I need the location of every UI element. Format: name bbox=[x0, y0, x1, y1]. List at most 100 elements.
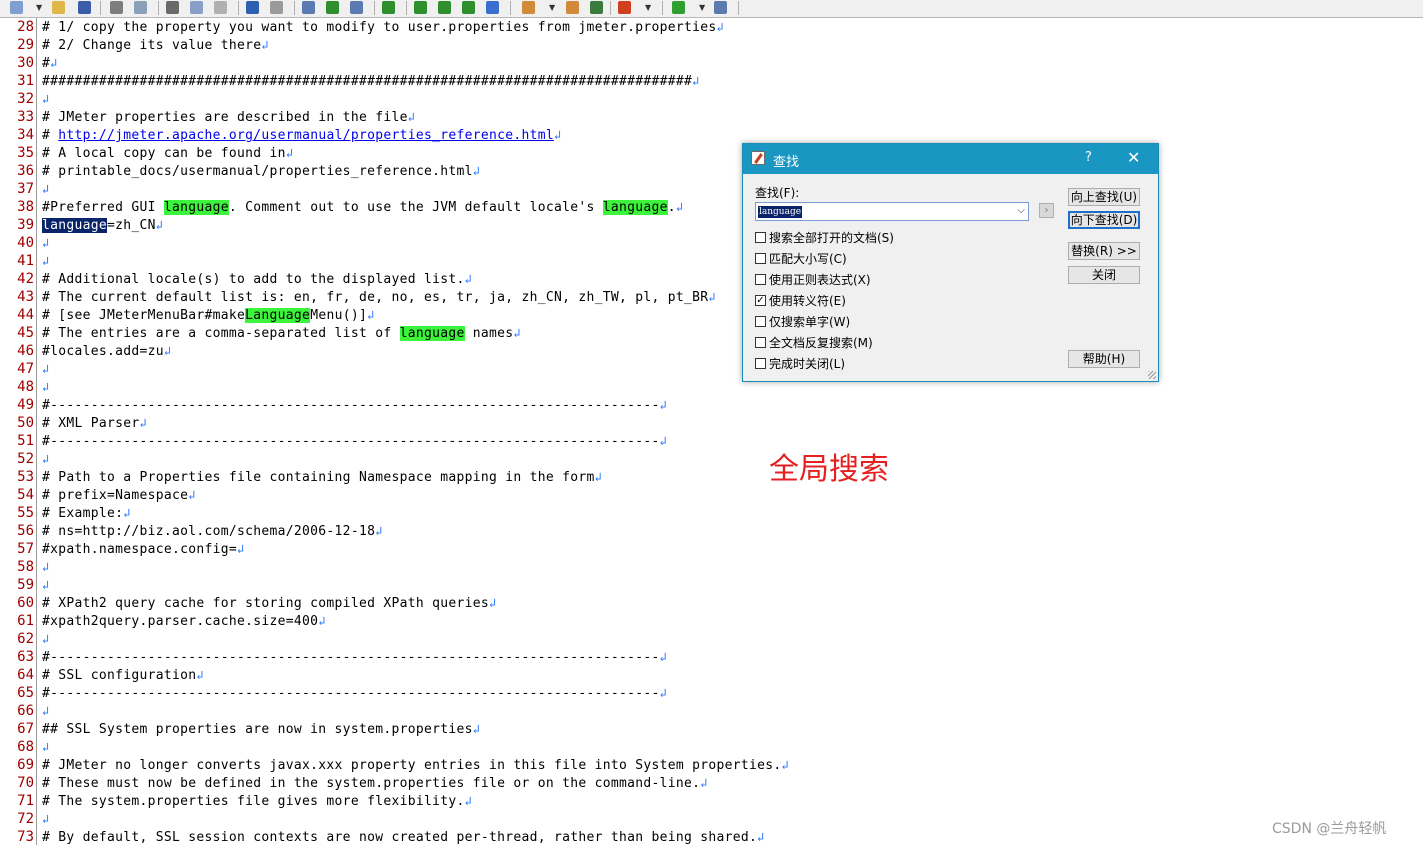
editor-line[interactable]: 65 #-------------------------------------… bbox=[0, 684, 1423, 702]
find-input[interactable]: language ⌵ bbox=[755, 202, 1029, 221]
editor-line[interactable]: 38 #Preferred GUI language. Comment out t… bbox=[0, 198, 1423, 216]
editor-line[interactable]: 29 # 2/ Change its value there↲ bbox=[0, 36, 1423, 54]
editor-line[interactable]: 33 # JMeter properties are described in t… bbox=[0, 108, 1423, 126]
resize-grip[interactable] bbox=[1148, 371, 1156, 379]
word-wrap-icon[interactable] bbox=[414, 1, 427, 14]
replace-button[interactable]: 替换(R) >> bbox=[1068, 242, 1140, 260]
editor-line[interactable]: 57 #xpath.namespace.config=↲ bbox=[0, 540, 1423, 558]
close-button[interactable]: 关闭 bbox=[1068, 266, 1140, 284]
editor-line[interactable]: 52 ↲ bbox=[0, 450, 1423, 468]
editor-line[interactable]: 31 ######################################… bbox=[0, 72, 1423, 90]
help-button[interactable]: 帮助(H) bbox=[1068, 350, 1140, 368]
editor-line[interactable]: 35 # A local copy can be found in↲ bbox=[0, 144, 1423, 162]
pin-icon[interactable] bbox=[714, 1, 727, 14]
dropdown-arrow-icon[interactable]: ▼ bbox=[549, 3, 555, 12]
editor-line[interactable]: 66 ↲ bbox=[0, 702, 1423, 720]
editor-line[interactable]: 40 ↲ bbox=[0, 234, 1423, 252]
editor-line[interactable]: 51 #-------------------------------------… bbox=[0, 432, 1423, 450]
print-icon[interactable] bbox=[110, 1, 123, 14]
option-regex[interactable]: 使用正则表达式(X) bbox=[755, 271, 871, 287]
checkbox[interactable] bbox=[755, 337, 766, 348]
editor-line[interactable]: 55 # Example:↲ bbox=[0, 504, 1423, 522]
find-next-icon[interactable] bbox=[326, 1, 339, 14]
hyperlink[interactable]: http://jmeter.apache.org/usermanual/prop… bbox=[58, 128, 554, 143]
chart-icon[interactable] bbox=[590, 1, 603, 14]
editor-line[interactable]: 42 # Additional locale(s) to add to the d… bbox=[0, 270, 1423, 288]
redo-icon[interactable] bbox=[270, 1, 283, 14]
editor-line[interactable]: 70 # These must now be defined in the sys… bbox=[0, 774, 1423, 792]
column-mode-icon[interactable] bbox=[382, 1, 395, 14]
checkbox[interactable] bbox=[755, 232, 766, 243]
editor-line[interactable]: 60 # XPath2 query cache for storing compi… bbox=[0, 594, 1423, 612]
editor-line[interactable]: 39 language=zh_CN↲ bbox=[0, 216, 1423, 234]
paste-icon[interactable] bbox=[214, 1, 227, 14]
cut-icon[interactable] bbox=[166, 1, 179, 14]
editor-line[interactable]: 54 # prefix=Namespace↲ bbox=[0, 486, 1423, 504]
editor-line[interactable]: 44 # [see JMeterMenuBar#makeLanguageMenu(… bbox=[0, 306, 1423, 324]
editor-line[interactable]: 61 #xpath2query.parser.cache.size=400↲ bbox=[0, 612, 1423, 630]
editor-area[interactable]: 28 # 1/ copy the property you want to mod… bbox=[0, 18, 1423, 845]
spellcheck-icon[interactable] bbox=[522, 1, 535, 14]
editor-line[interactable]: 32 ↲ bbox=[0, 90, 1423, 108]
editor-line[interactable]: 71 # The system.properties file gives mor… bbox=[0, 792, 1423, 810]
replace-icon[interactable] bbox=[350, 1, 363, 14]
find-up-button[interactable]: 向上查找(U) bbox=[1068, 188, 1140, 206]
editor-line[interactable]: 36 # printable_docs/usermanual/properties… bbox=[0, 162, 1423, 180]
option-search-all-docs[interactable]: 搜索全部打开的文档(S) bbox=[755, 229, 894, 245]
editor-line[interactable]: 49 #-------------------------------------… bbox=[0, 396, 1423, 414]
dropdown-arrow-icon[interactable]: ▼ bbox=[699, 3, 705, 12]
editor-line[interactable]: 45 # The entries are a comma-separated li… bbox=[0, 324, 1423, 342]
editor-line[interactable]: 59 ↲ bbox=[0, 576, 1423, 594]
new-file-icon[interactable] bbox=[10, 1, 23, 14]
chevron-down-icon[interactable]: ⌵ bbox=[1017, 205, 1025, 216]
editor-line[interactable]: 63 #-------------------------------------… bbox=[0, 648, 1423, 666]
editor-line[interactable]: 28 # 1/ copy the property you want to mod… bbox=[0, 18, 1423, 36]
checkbox[interactable] bbox=[755, 274, 766, 285]
open-folder-icon[interactable] bbox=[52, 1, 65, 14]
indent-guide-icon[interactable] bbox=[462, 1, 475, 14]
editor-line[interactable]: 50 # XML Parser↲ bbox=[0, 414, 1423, 432]
option-escape-chars[interactable]: ✓ 使用转义符(E) bbox=[755, 292, 846, 308]
option-wrap-around[interactable]: 全文档反复搜索(M) bbox=[755, 334, 873, 350]
show-all-chars-icon[interactable] bbox=[438, 1, 451, 14]
dropdown-arrow-icon[interactable]: ▼ bbox=[645, 3, 651, 12]
option-match-case[interactable]: 匹配大小写(C) bbox=[755, 250, 847, 266]
save-icon[interactable] bbox=[78, 1, 91, 14]
editor-line[interactable]: 41 ↲ bbox=[0, 252, 1423, 270]
editor-line[interactable]: 53 # Path to a Properties file containing… bbox=[0, 468, 1423, 486]
checkbox[interactable] bbox=[755, 316, 766, 327]
find-down-button[interactable]: 向下查找(D) bbox=[1068, 211, 1140, 229]
editor-line[interactable]: 34 # http://jmeter.apache.org/usermanual/… bbox=[0, 126, 1423, 144]
editor-line[interactable]: 69 # JMeter no longer converts javax.xxx … bbox=[0, 756, 1423, 774]
editor-line[interactable]: 64 # SSL configuration↲ bbox=[0, 666, 1423, 684]
editor-line[interactable]: 47 ↲ bbox=[0, 360, 1423, 378]
record-macro-icon[interactable] bbox=[618, 1, 631, 14]
editor-line[interactable]: 58 ↲ bbox=[0, 558, 1423, 576]
editor-line[interactable]: 68 ↲ bbox=[0, 738, 1423, 756]
play-macro-icon[interactable] bbox=[672, 1, 685, 14]
copy-icon[interactable] bbox=[190, 1, 203, 14]
editor-line[interactable]: 72 ↲ bbox=[0, 810, 1423, 828]
checkbox[interactable] bbox=[755, 253, 766, 264]
dropdown-arrow-icon[interactable]: ▼ bbox=[36, 3, 42, 12]
option-whole-word[interactable]: 仅搜索单字(W) bbox=[755, 313, 850, 329]
editor-line[interactable]: 62 ↲ bbox=[0, 630, 1423, 648]
editor-line[interactable]: 67 ## SSL System properties are now in sy… bbox=[0, 720, 1423, 738]
editor-line[interactable]: 30 #↲ bbox=[0, 54, 1423, 72]
editor-line[interactable]: 48 ↲ bbox=[0, 378, 1423, 396]
print-preview-icon[interactable] bbox=[134, 1, 147, 14]
checkbox[interactable] bbox=[755, 358, 766, 369]
editor-line[interactable]: 73 # By default, SSL session contexts are… bbox=[0, 828, 1423, 845]
browser-icon[interactable] bbox=[486, 1, 499, 14]
undo-icon[interactable] bbox=[246, 1, 259, 14]
expand-arrow-button[interactable]: › bbox=[1039, 203, 1054, 218]
editor-line[interactable]: 37 ↲ bbox=[0, 180, 1423, 198]
compare-icon[interactable] bbox=[566, 1, 579, 14]
editor-line[interactable]: 43 # The current default list is: en, fr,… bbox=[0, 288, 1423, 306]
checkbox[interactable]: ✓ bbox=[755, 295, 766, 306]
option-close-when-done[interactable]: 完成时关闭(L) bbox=[755, 355, 845, 371]
editor-line[interactable]: 46 #locales.add=zu↲ bbox=[0, 342, 1423, 360]
editor-line[interactable]: 56 # ns=http://biz.aol.com/schema/2006-12… bbox=[0, 522, 1423, 540]
find-icon[interactable] bbox=[302, 1, 315, 14]
dialog-title-bar[interactable]: 查找 ? ✕ bbox=[743, 144, 1158, 174]
